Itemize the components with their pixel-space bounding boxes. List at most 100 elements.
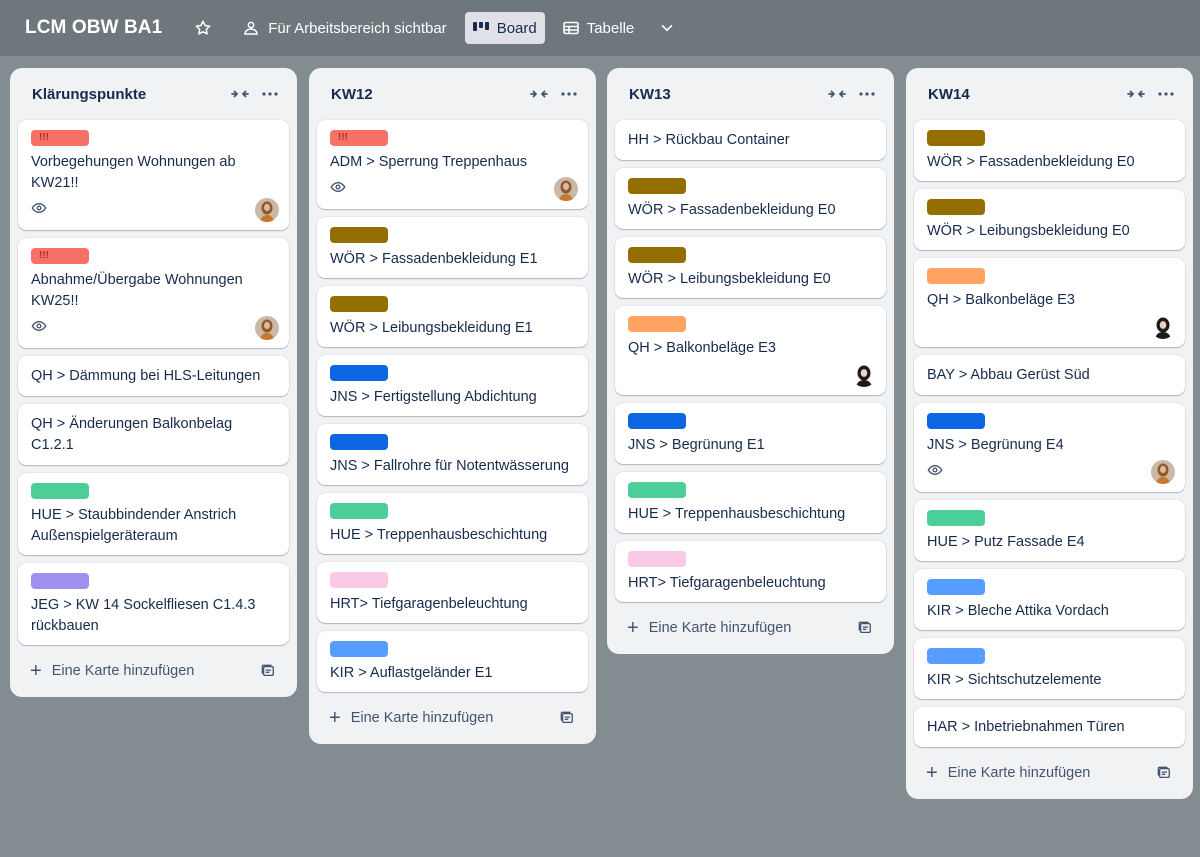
- card-label[interactable]: [927, 510, 985, 526]
- card[interactable]: JNS > Fallrohre für Notentwässerung: [317, 424, 588, 485]
- card[interactable]: WÖR > Leibungsbekleidung E0: [615, 237, 886, 298]
- card[interactable]: WÖR > Leibungsbekleidung E1: [317, 286, 588, 347]
- collapse-list-icon[interactable]: [1121, 79, 1151, 109]
- star-icon: [195, 20, 211, 35]
- card-label[interactable]: [330, 641, 388, 657]
- card-label[interactable]: [628, 413, 686, 429]
- list-header[interactable]: Klärungspunkte: [18, 68, 289, 120]
- create-from-template-icon[interactable]: [1149, 758, 1179, 788]
- card-title: KIR > Sichtschutzelemente: [927, 672, 1102, 688]
- card[interactable]: QH > Dämmung bei HLS-Leitungen: [18, 356, 289, 396]
- card[interactable]: !!! ADM > Sperrung Treppenhaus: [317, 120, 588, 209]
- card-title: WÖR > Leibungsbekleidung E0: [927, 223, 1130, 239]
- list-header[interactable]: KW13: [615, 68, 886, 120]
- list-title[interactable]: KW12: [331, 86, 524, 103]
- collapse-list-icon[interactable]: [225, 79, 255, 109]
- card-label[interactable]: [330, 227, 388, 243]
- card-label[interactable]: [628, 482, 686, 498]
- card[interactable]: JNS > Begrünung E4: [914, 403, 1185, 492]
- card[interactable]: HRT> Tiefgaragenbeleuchtung: [615, 541, 886, 602]
- card-badges: [628, 363, 874, 387]
- card-label[interactable]: [330, 365, 388, 381]
- list-title[interactable]: KW13: [629, 86, 822, 103]
- card[interactable]: WÖR > Fassadenbekleidung E0: [914, 120, 1185, 181]
- list-menu-icon[interactable]: [554, 79, 584, 109]
- card-list: HH > Rückbau Container WÖR > Fassadenbekl…: [615, 120, 886, 602]
- card-label[interactable]: !!!: [31, 130, 89, 146]
- card[interactable]: !!! Vorbegehungen Wohnungen ab KW21!!: [18, 120, 289, 230]
- card[interactable]: QH > Änderungen Balkonbelag C1.2.1: [18, 404, 289, 465]
- card[interactable]: HUE > Staubbindender Anstrich Außenspiel…: [18, 473, 289, 555]
- list-header[interactable]: KW14: [914, 68, 1185, 120]
- card-label[interactable]: [927, 579, 985, 595]
- add-card-button[interactable]: + Eine Karte hinzufügen: [30, 661, 253, 681]
- woman-avatar[interactable]: [1151, 460, 1175, 484]
- card-label[interactable]: [927, 268, 985, 284]
- visibility-button[interactable]: Für Arbeitsbereich sichtbar: [234, 12, 454, 44]
- card-label[interactable]: [330, 503, 388, 519]
- list-title[interactable]: KW14: [928, 86, 1121, 103]
- card[interactable]: JNS > Begrünung E1: [615, 403, 886, 464]
- card-label[interactable]: [330, 572, 388, 588]
- card[interactable]: BAY > Abbau Gerüst Süd: [914, 355, 1185, 395]
- card[interactable]: HRT> Tiefgaragenbeleuchtung: [317, 562, 588, 623]
- card[interactable]: KIR > Sichtschutzelemente: [914, 638, 1185, 699]
- card[interactable]: QH > Balkonbeläge E3: [914, 258, 1185, 347]
- card-label[interactable]: !!!: [330, 130, 388, 146]
- views-dropdown-button[interactable]: [650, 12, 684, 44]
- card[interactable]: WÖR > Fassadenbekleidung E0: [615, 168, 886, 229]
- card[interactable]: QH > Balkonbeläge E3: [615, 306, 886, 395]
- card[interactable]: KIR > Auflastgeländer E1: [317, 631, 588, 692]
- create-from-template-icon[interactable]: [253, 656, 283, 686]
- card[interactable]: HUE > Putz Fassade E4: [914, 500, 1185, 561]
- collapse-list-icon[interactable]: [524, 79, 554, 109]
- watching-eye-icon: [31, 318, 47, 339]
- card[interactable]: HUE > Treppenhausbeschichtung: [615, 472, 886, 533]
- card-label[interactable]: [330, 296, 388, 312]
- card-label[interactable]: [927, 413, 985, 429]
- card[interactable]: KIR > Bleche Attika Vordach: [914, 569, 1185, 630]
- card-label[interactable]: [628, 178, 686, 194]
- create-from-template-icon[interactable]: [850, 613, 880, 643]
- card-label[interactable]: [628, 316, 686, 332]
- add-card-button[interactable]: + Eine Karte hinzufügen: [926, 763, 1149, 783]
- create-from-template-icon[interactable]: [552, 703, 582, 733]
- list-title[interactable]: Klärungspunkte: [32, 86, 225, 103]
- card-title: WÖR > Leibungsbekleidung E0: [628, 271, 831, 287]
- woman-avatar[interactable]: [255, 198, 279, 222]
- card-label[interactable]: [31, 483, 89, 499]
- card-label[interactable]: [330, 434, 388, 450]
- add-card-button[interactable]: + Eine Karte hinzufügen: [329, 708, 552, 728]
- card-label[interactable]: [927, 199, 985, 215]
- card-label[interactable]: [31, 573, 89, 589]
- card-label[interactable]: [628, 247, 686, 263]
- card[interactable]: HH > Rückbau Container: [615, 120, 886, 160]
- card[interactable]: !!! Abnahme/Übergabe Wohnungen KW25!!: [18, 238, 289, 348]
- list-column: KW13 HH > Rückbau Container WÖR > Fassaden…: [607, 68, 894, 654]
- card-label[interactable]: !!!: [31, 248, 89, 264]
- woman-avatar[interactable]: [255, 316, 279, 340]
- list-menu-icon[interactable]: [255, 79, 285, 109]
- woman-avatar[interactable]: [554, 177, 578, 201]
- card[interactable]: WÖR > Fassadenbekleidung E1: [317, 217, 588, 278]
- view-table-button[interactable]: Tabelle: [555, 12, 643, 44]
- collapse-list-icon[interactable]: [822, 79, 852, 109]
- list-menu-icon[interactable]: [1151, 79, 1181, 109]
- card-label[interactable]: [927, 130, 985, 146]
- list-menu-icon[interactable]: [852, 79, 882, 109]
- card[interactable]: JEG > KW 14 Sockelfliesen C1.4.3 rückbau…: [18, 563, 289, 645]
- list-header[interactable]: KW12: [317, 68, 588, 120]
- add-card-button[interactable]: + Eine Karte hinzufügen: [627, 618, 850, 638]
- card[interactable]: WÖR > Leibungsbekleidung E0: [914, 189, 1185, 250]
- star-button[interactable]: [186, 12, 220, 44]
- view-board-button[interactable]: Board: [464, 12, 545, 44]
- card-title: BAY > Abbau Gerüst Süd: [927, 367, 1090, 383]
- card[interactable]: HAR > Inbetriebnahmen Türen: [914, 707, 1185, 747]
- card[interactable]: JNS > Fertigstellung Abdichtung: [317, 355, 588, 416]
- board-title[interactable]: LCM OBW BA1: [25, 17, 162, 39]
- dark-avatar[interactable]: [852, 363, 876, 387]
- dark-avatar[interactable]: [1151, 315, 1175, 339]
- card-label[interactable]: [927, 648, 985, 664]
- card[interactable]: HUE > Treppenhausbeschichtung: [317, 493, 588, 554]
- card-label[interactable]: [628, 551, 686, 567]
